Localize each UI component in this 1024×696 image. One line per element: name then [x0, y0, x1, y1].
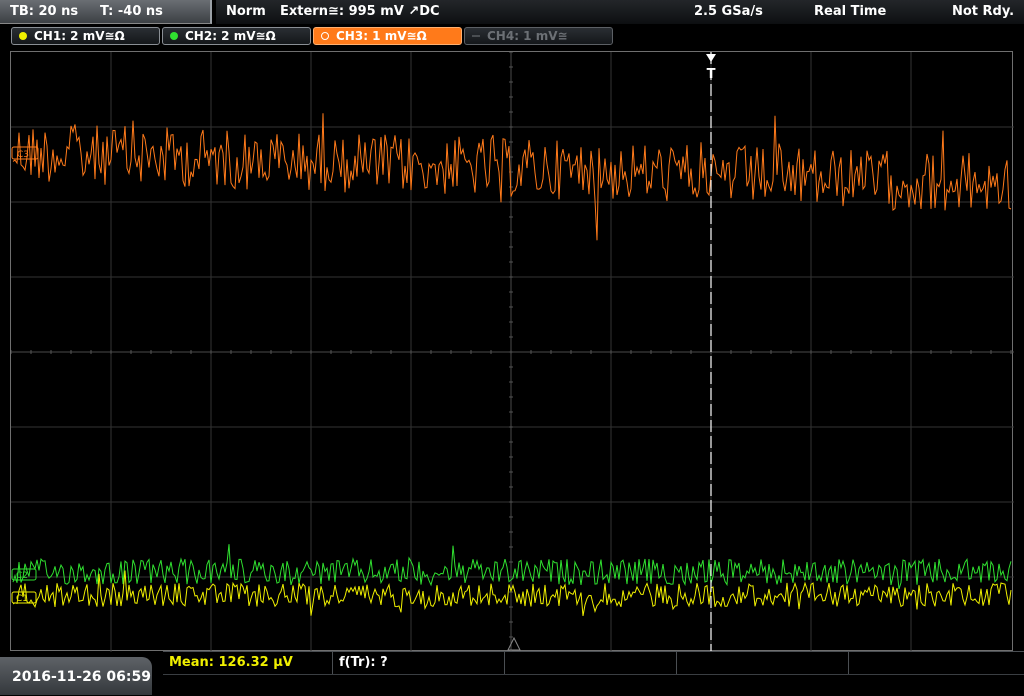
run-state: Not Rdy.: [952, 4, 1015, 19]
trigger-source[interactable]: Extern≅: 995 mV ↗DC: [280, 4, 440, 19]
channel-3-indicator-icon: [321, 32, 329, 40]
timebase-label: TB: 20 ns: [10, 4, 79, 19]
channel-4-tab[interactable]: CH4: 1 mV≅: [464, 27, 613, 45]
channel-3-tab[interactable]: CH3: 1 mV≅Ω: [313, 27, 462, 45]
waveform-canvas: T C3 C2 C1: [11, 52, 1014, 652]
top-status-bar: TB: 20 ns T: -40 ns Norm Extern≅: 995 mV…: [0, 0, 1024, 24]
channel-3-trace: [12, 113, 1012, 241]
channel-1-indicator-icon: [19, 32, 27, 40]
acquisition-status-strip: Norm Extern≅: 995 mV ↗DC 2.5 GSa/s Real …: [216, 0, 1024, 24]
sample-rate: 2.5 GSa/s: [694, 4, 763, 19]
channel-1-label: CH1: 2 mV≅Ω: [34, 29, 125, 43]
channel-bar: CH1: 2 mV≅Ω CH2: 2 mV≅Ω CH3: 1 mV≅Ω CH4:…: [0, 25, 1024, 49]
measurement-panel[interactable]: Mean: 126.32 µV f(Tr): ?: [163, 651, 1024, 696]
date-time: 2016-11-26 06:59: [12, 669, 151, 685]
acquisition-mode: Real Time: [814, 4, 887, 19]
horizontal-center-marker-icon: [507, 636, 521, 651]
trigger-frequency-measurement[interactable]: f(Tr): ?: [339, 655, 388, 670]
channel-2-marker-label: C2: [16, 571, 28, 581]
trigger-mode[interactable]: Norm: [226, 4, 266, 19]
channel-1-tab[interactable]: CH1: 2 mV≅Ω: [11, 27, 160, 45]
date-time-box: 2016-11-26 06:59: [0, 657, 152, 695]
channel-3-marker-label: C3: [17, 150, 29, 160]
channel-2-label: CH2: 2 mV≅Ω: [185, 29, 276, 43]
channel-4-label: CH4: 1 mV≅: [487, 29, 568, 43]
channel-3-label: CH3: 1 mV≅Ω: [336, 29, 427, 43]
channel-2-offset-marker[interactable]: C2: [11, 568, 37, 581]
waveform-display[interactable]: T C3 C2 C1: [10, 51, 1014, 652]
channel-4-indicator-icon: [472, 35, 480, 37]
trigger-position-arrow-icon[interactable]: [706, 54, 716, 62]
timebase-box[interactable]: TB: 20 ns T: -40 ns: [0, 0, 212, 24]
channel-2-tab[interactable]: CH2: 2 mV≅Ω: [162, 27, 311, 45]
channel-2-trace: [12, 544, 1012, 590]
channel-1-marker-label: C1: [16, 594, 28, 604]
trigger-marker-label: T: [707, 67, 716, 82]
channel-2-indicator-icon: [170, 32, 178, 40]
trigger-offset-label: T: -40 ns: [100, 4, 163, 19]
mean-measurement[interactable]: Mean: 126.32 µV: [169, 655, 293, 670]
